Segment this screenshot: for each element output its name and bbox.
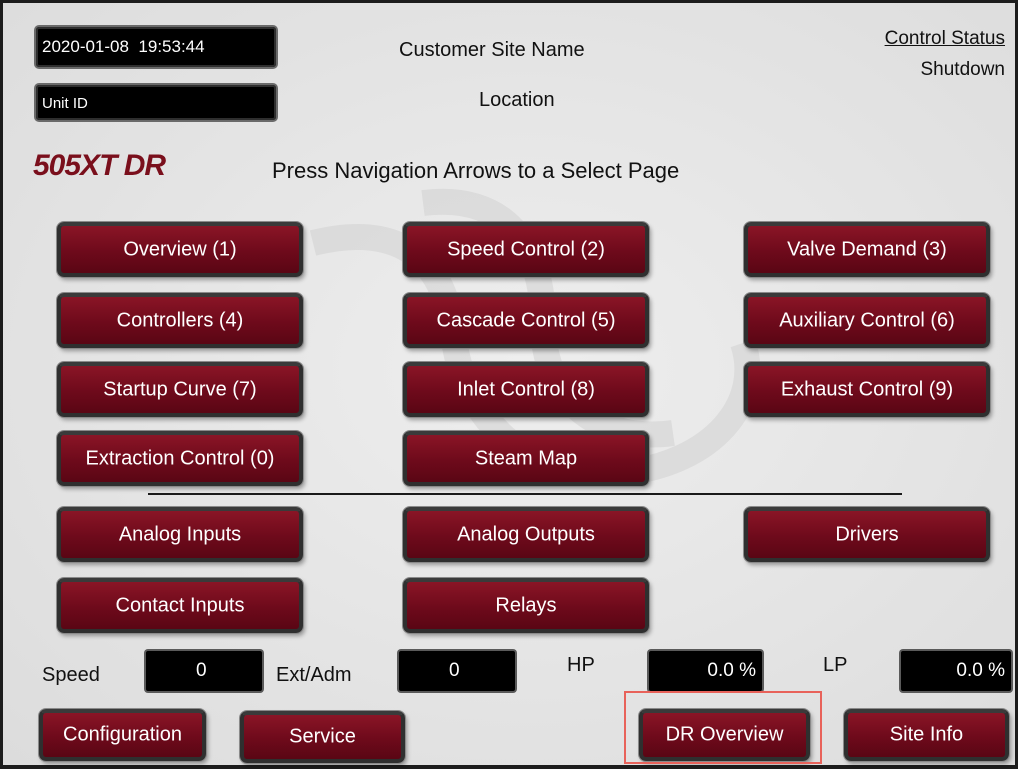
ext-adm-value-display: 0	[399, 651, 515, 691]
valve-demand-label: Valve Demand (3)	[787, 238, 947, 260]
inlet-control-label: Inlet Control (8)	[457, 378, 595, 400]
hp-label: HP	[567, 654, 595, 676]
selection-highlight	[624, 691, 822, 764]
service-button[interactable]: Service	[240, 711, 405, 763]
speed-value: 0	[196, 660, 207, 681]
analog-inputs-button[interactable]: Analog Inputs	[57, 507, 303, 562]
controllers-button[interactable]: Controllers (4)	[57, 293, 303, 348]
steam-map-button[interactable]: Steam Map	[403, 431, 649, 486]
unit-id-display: Unit ID	[36, 85, 276, 120]
hp-value: 0.0 %	[707, 660, 756, 681]
exhaust-control-button[interactable]: Exhaust Control (9)	[744, 362, 990, 417]
service-label: Service	[289, 725, 356, 748]
drivers-button[interactable]: Drivers	[744, 507, 990, 562]
controllers-label: Controllers (4)	[116, 309, 244, 331]
drivers-label: Drivers	[835, 523, 899, 545]
auxiliary-control-button[interactable]: Auxiliary Control (6)	[744, 293, 990, 348]
unit-id-text: Unit ID	[42, 95, 88, 112]
page-instruction: Press Navigation Arrows to a Select Page	[272, 158, 680, 183]
ext-adm-value: 0	[449, 660, 460, 681]
inlet-control-button[interactable]: Inlet Control (8)	[403, 362, 649, 417]
section-divider	[148, 493, 902, 495]
analog-outputs-label: Analog Outputs	[457, 523, 595, 545]
contact-inputs-label: Contact Inputs	[115, 594, 245, 616]
speed-label: Speed	[42, 664, 100, 686]
datetime-text: 2020-01-08 19:53:44	[42, 37, 205, 56]
relays-button[interactable]: Relays	[403, 578, 649, 633]
site-info-label: Site Info	[889, 723, 964, 746]
overview-label: Overview (1)	[123, 238, 237, 260]
analog-outputs-button[interactable]: Analog Outputs	[403, 507, 649, 562]
lp-value-display: 0.0 %	[901, 651, 1011, 691]
product-logo: 505XT DR	[33, 149, 166, 182]
auxiliary-control-label: Auxiliary Control (6)	[779, 309, 955, 331]
control-status-value: Shutdown	[920, 59, 1005, 80]
location: Location	[479, 89, 555, 111]
startup-curve-label: Startup Curve (7)	[103, 378, 257, 400]
relays-label: Relays	[495, 594, 557, 616]
extraction-control-button[interactable]: Extraction Control (0)	[57, 431, 303, 486]
lp-value: 0.0 %	[956, 660, 1005, 681]
extraction-control-label: Extraction Control (0)	[85, 447, 275, 469]
control-status-label: Control Status	[884, 28, 1005, 49]
speed-control-button[interactable]: Speed Control (2)	[403, 222, 649, 277]
configuration-button[interactable]: Configuration	[39, 709, 206, 761]
exhaust-control-label: Exhaust Control (9)	[780, 378, 954, 400]
site-info-button[interactable]: Site Info	[844, 709, 1009, 761]
speed-control-label: Speed Control (2)	[447, 238, 605, 260]
startup-curve-button[interactable]: Startup Curve (7)	[57, 362, 303, 417]
contact-inputs-button[interactable]: Contact Inputs	[57, 578, 303, 633]
overview-button[interactable]: Overview (1)	[57, 222, 303, 277]
configuration-label: Configuration	[63, 723, 182, 746]
ext-adm-label: Ext/Adm	[276, 664, 352, 686]
speed-value-display: 0	[146, 651, 262, 691]
cascade-control-label: Cascade Control (5)	[436, 309, 616, 331]
steam-map-label: Steam Map	[474, 447, 578, 469]
valve-demand-button[interactable]: Valve Demand (3)	[744, 222, 990, 277]
analog-inputs-label: Analog Inputs	[118, 523, 242, 545]
lp-label: LP	[823, 654, 848, 676]
hp-value-display: 0.0 %	[649, 651, 762, 691]
hmi-screen: 2020-01-08 19:53:44 Unit ID Customer Sit…	[0, 0, 1018, 769]
site-name: Customer Site Name	[399, 39, 585, 61]
cascade-control-button[interactable]: Cascade Control (5)	[403, 293, 649, 348]
datetime-display: 2020-01-08 19:53:44	[36, 27, 276, 67]
